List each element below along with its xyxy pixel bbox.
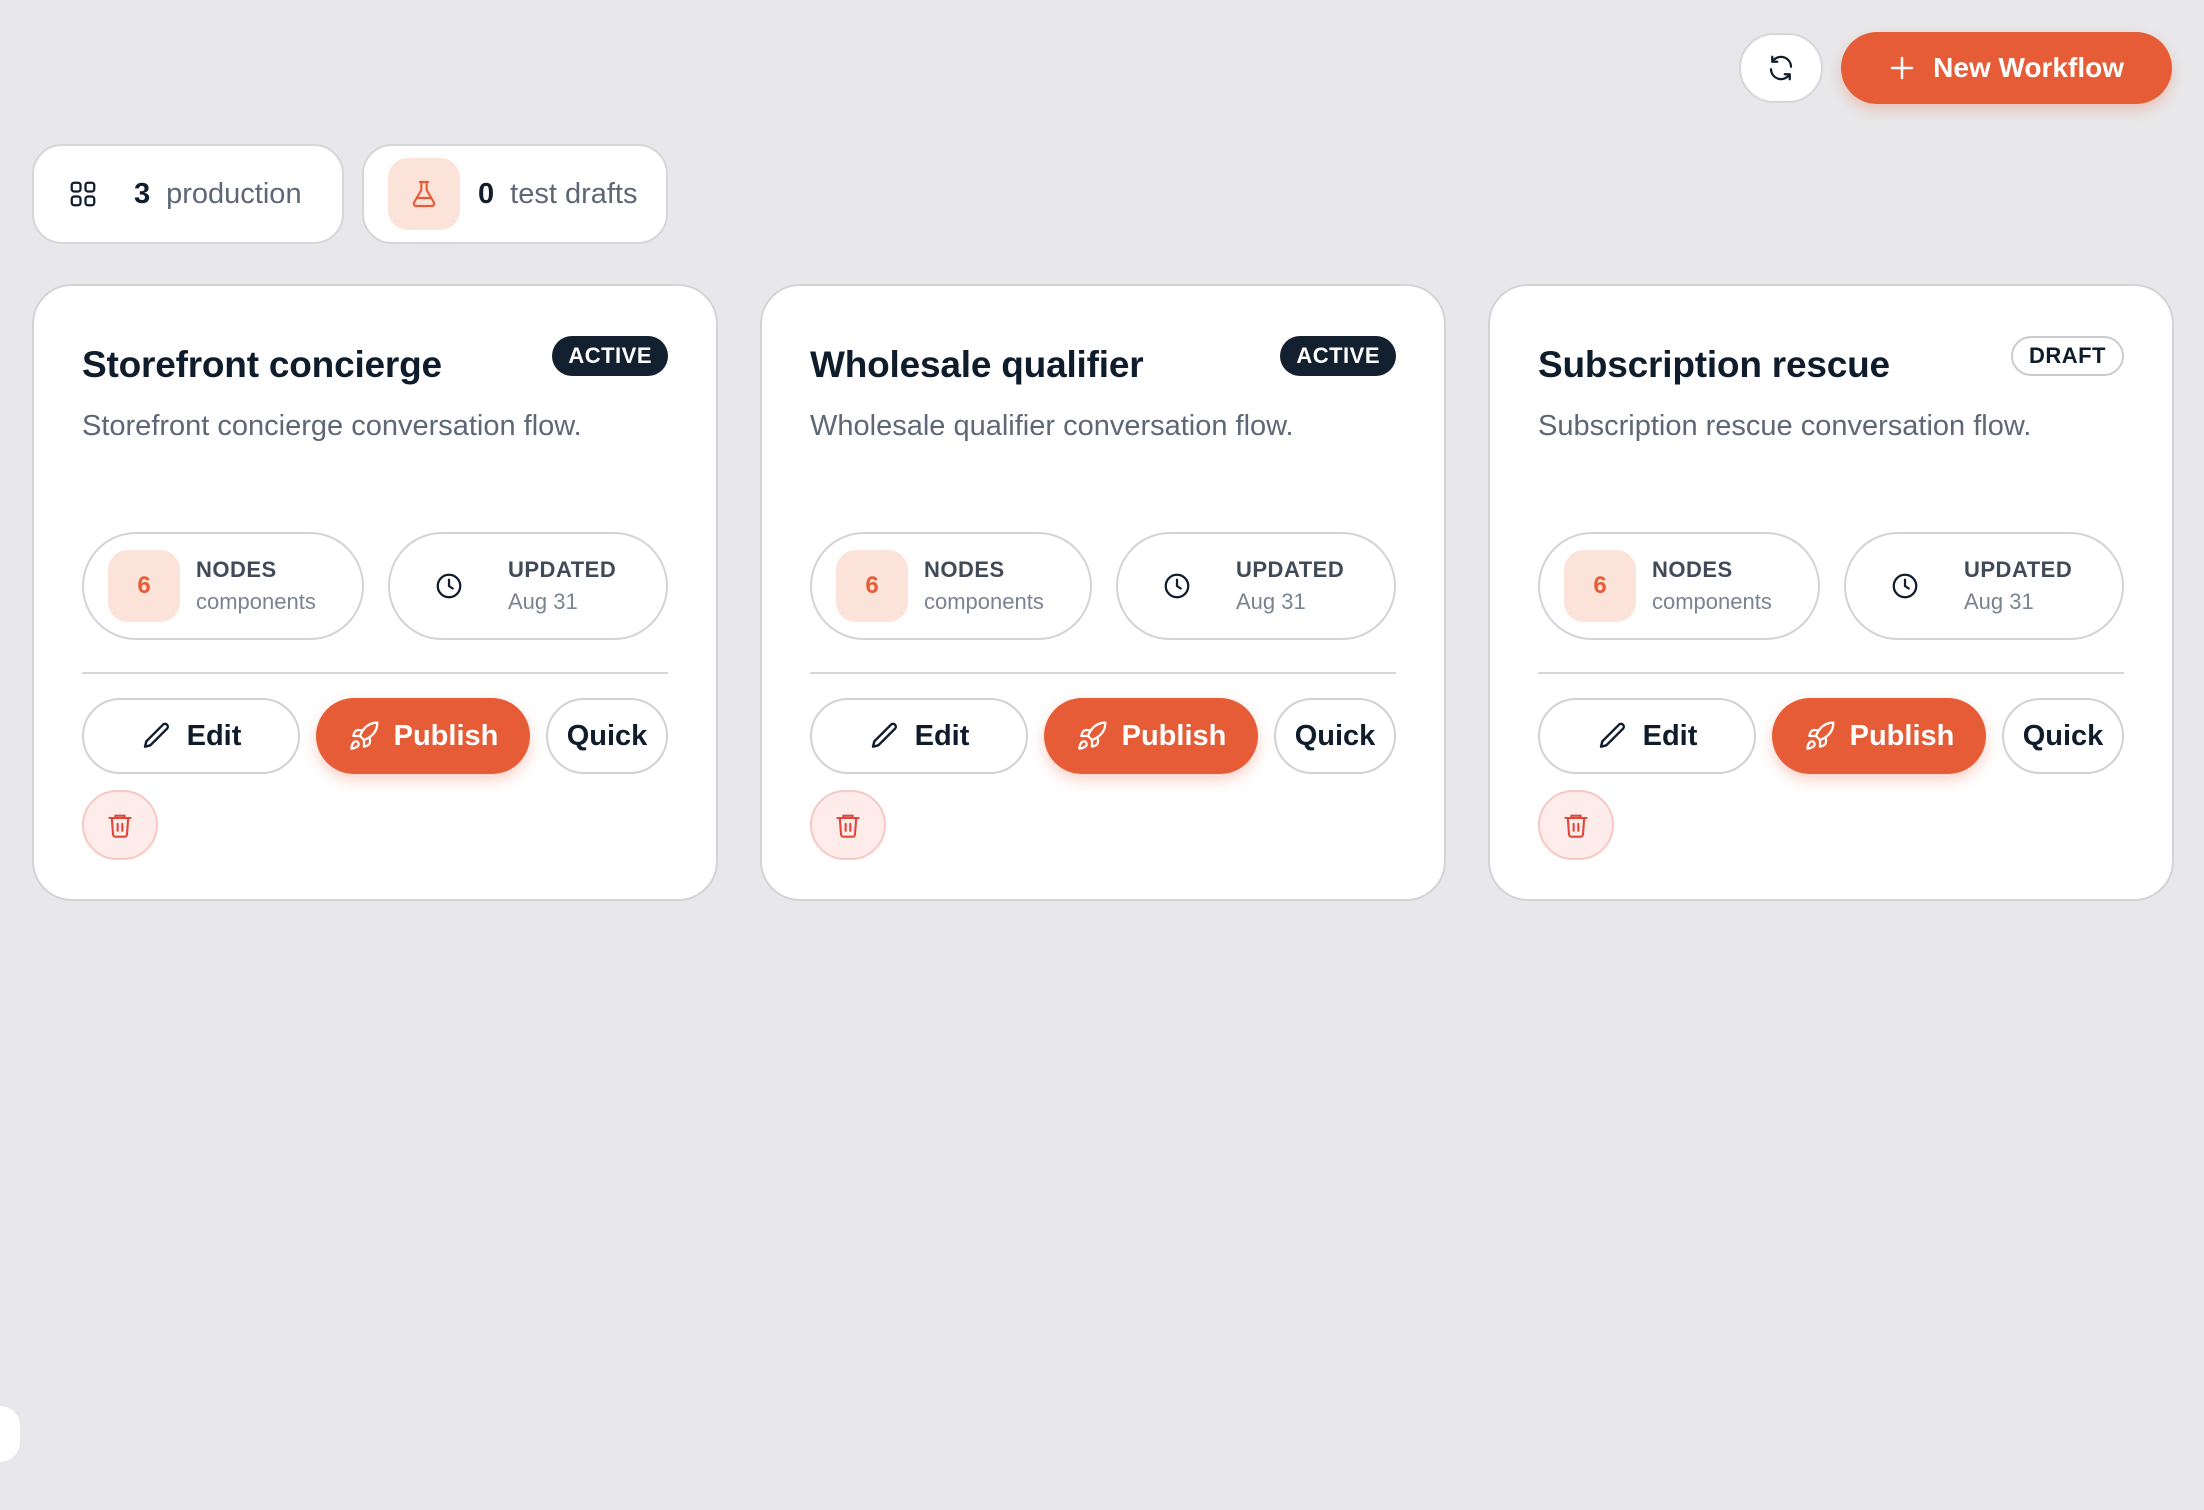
- updated-label: UPDATED: [508, 557, 617, 582]
- trash-icon: [108, 814, 132, 838]
- quick-button[interactable]: Quick: [2002, 698, 2124, 774]
- pencil-icon: [871, 722, 897, 748]
- clock-icon: [1890, 571, 1920, 601]
- delete-button[interactable]: [1538, 790, 1614, 860]
- quick-label: Quick: [2022, 719, 2104, 752]
- updated-label: UPDATED: [1964, 557, 2073, 582]
- workflow-description: Storefront concierge conversation flow.: [82, 410, 582, 442]
- workflow-card[interactable]: Storefront concierge ACTIVE Storefront c…: [32, 284, 718, 901]
- workflow-meta: 6 NODES components UPDATED Aug 31: [810, 532, 1396, 640]
- nodes-count: 6: [108, 550, 180, 622]
- updated-value: Aug 31: [1236, 589, 1306, 614]
- refresh-button[interactable]: [1739, 33, 1824, 103]
- updated-value: Aug 31: [508, 589, 578, 614]
- refresh-icon: [1770, 55, 1793, 81]
- workflow-actions: Edit Publish Quick: [82, 698, 668, 774]
- publish-button[interactable]: Publish: [1044, 698, 1258, 774]
- divider: [1538, 672, 2124, 674]
- stats-bar: 3 production 0 test drafts: [32, 144, 668, 244]
- edit-label: Edit: [186, 719, 242, 752]
- edit-button[interactable]: Edit: [810, 698, 1028, 774]
- publish-button[interactable]: Publish: [1772, 698, 1986, 774]
- workflow-description: Wholesale qualifier conversation flow.: [810, 410, 1294, 442]
- workflow-meta: 6 NODES components UPDATED Aug 31: [82, 532, 668, 640]
- quick-label: Quick: [1294, 719, 1376, 752]
- trash-icon: [836, 814, 860, 838]
- delete-button[interactable]: [810, 790, 886, 860]
- workflow-card[interactable]: Wholesale qualifier ACTIVE Wholesale qua…: [760, 284, 1446, 901]
- new-workflow-button[interactable]: New Workflow: [1841, 32, 2172, 104]
- updated-meta: UPDATED Aug 31: [1116, 532, 1396, 640]
- divider: [810, 672, 1396, 674]
- workflow-card[interactable]: Subscription rescue DRAFT Subscription r…: [1488, 284, 2174, 901]
- publish-label: Publish: [393, 719, 499, 752]
- publish-button[interactable]: Publish: [316, 698, 530, 774]
- nodes-label: NODES: [196, 557, 277, 582]
- status-badge: ACTIVE: [1280, 336, 1396, 376]
- production-count: 3: [134, 177, 151, 210]
- nodes-meta: 6 NODES components: [810, 532, 1092, 640]
- nodes-label: NODES: [1652, 557, 1733, 582]
- status-badge: ACTIVE: [552, 336, 668, 376]
- side-handle[interactable]: [0, 1406, 20, 1462]
- toolbar: New Workflow: [1739, 32, 2172, 104]
- workflow-actions: Edit Publish Quick: [810, 698, 1396, 774]
- grid-icon: [58, 158, 108, 230]
- divider: [82, 672, 668, 674]
- edit-button[interactable]: Edit: [1538, 698, 1756, 774]
- test-drafts-label: test drafts: [510, 177, 638, 210]
- status-badge: DRAFT: [2010, 336, 2124, 376]
- workflows-page: New Workflow 3 production 0 test drafts …: [0, 0, 2204, 1510]
- quick-button[interactable]: Quick: [546, 698, 668, 774]
- stat-test-drafts[interactable]: 0 test drafts: [362, 144, 668, 244]
- updated-meta: UPDATED Aug 31: [388, 532, 668, 640]
- production-label: production: [166, 177, 302, 210]
- quick-button[interactable]: Quick: [1274, 698, 1396, 774]
- edit-label: Edit: [914, 719, 970, 752]
- nodes-meta: 6 NODES components: [82, 532, 364, 640]
- delete-button[interactable]: [82, 790, 158, 860]
- pencil-icon: [1599, 722, 1625, 748]
- nodes-count: 6: [1564, 550, 1636, 622]
- trash-icon: [1564, 814, 1588, 838]
- clock-icon: [1162, 571, 1192, 601]
- edit-button[interactable]: Edit: [82, 698, 300, 774]
- workflow-description: Subscription rescue conversation flow.: [1538, 410, 2032, 442]
- workflow-actions: Edit Publish Quick: [1538, 698, 2124, 774]
- stat-production[interactable]: 3 production: [32, 144, 344, 244]
- updated-meta: UPDATED Aug 31: [1844, 532, 2124, 640]
- updated-value: Aug 31: [1964, 589, 2034, 614]
- workflow-meta: 6 NODES components UPDATED Aug 31: [1538, 532, 2124, 640]
- plus-icon: [1890, 56, 1914, 80]
- rocket-icon: [349, 721, 379, 750]
- clock-icon: [434, 571, 464, 601]
- rocket-icon: [1077, 721, 1107, 750]
- publish-label: Publish: [1849, 719, 1955, 752]
- nodes-label: NODES: [924, 557, 1005, 582]
- updated-label: UPDATED: [1236, 557, 1345, 582]
- publish-label: Publish: [1121, 719, 1227, 752]
- new-workflow-label: New Workflow: [1933, 52, 2124, 83]
- edit-label: Edit: [1642, 719, 1698, 752]
- rocket-icon: [1805, 721, 1835, 750]
- nodes-sub: components: [196, 589, 316, 614]
- nodes-sub: components: [1652, 589, 1772, 614]
- nodes-count: 6: [836, 550, 908, 622]
- pencil-icon: [143, 722, 169, 748]
- test-drafts-count: 0: [478, 177, 495, 210]
- flask-icon: [388, 158, 460, 230]
- nodes-meta: 6 NODES components: [1538, 532, 1820, 640]
- nodes-sub: components: [924, 589, 1044, 614]
- workflow-cards: Storefront concierge ACTIVE Storefront c…: [32, 284, 2174, 901]
- quick-label: Quick: [566, 719, 648, 752]
